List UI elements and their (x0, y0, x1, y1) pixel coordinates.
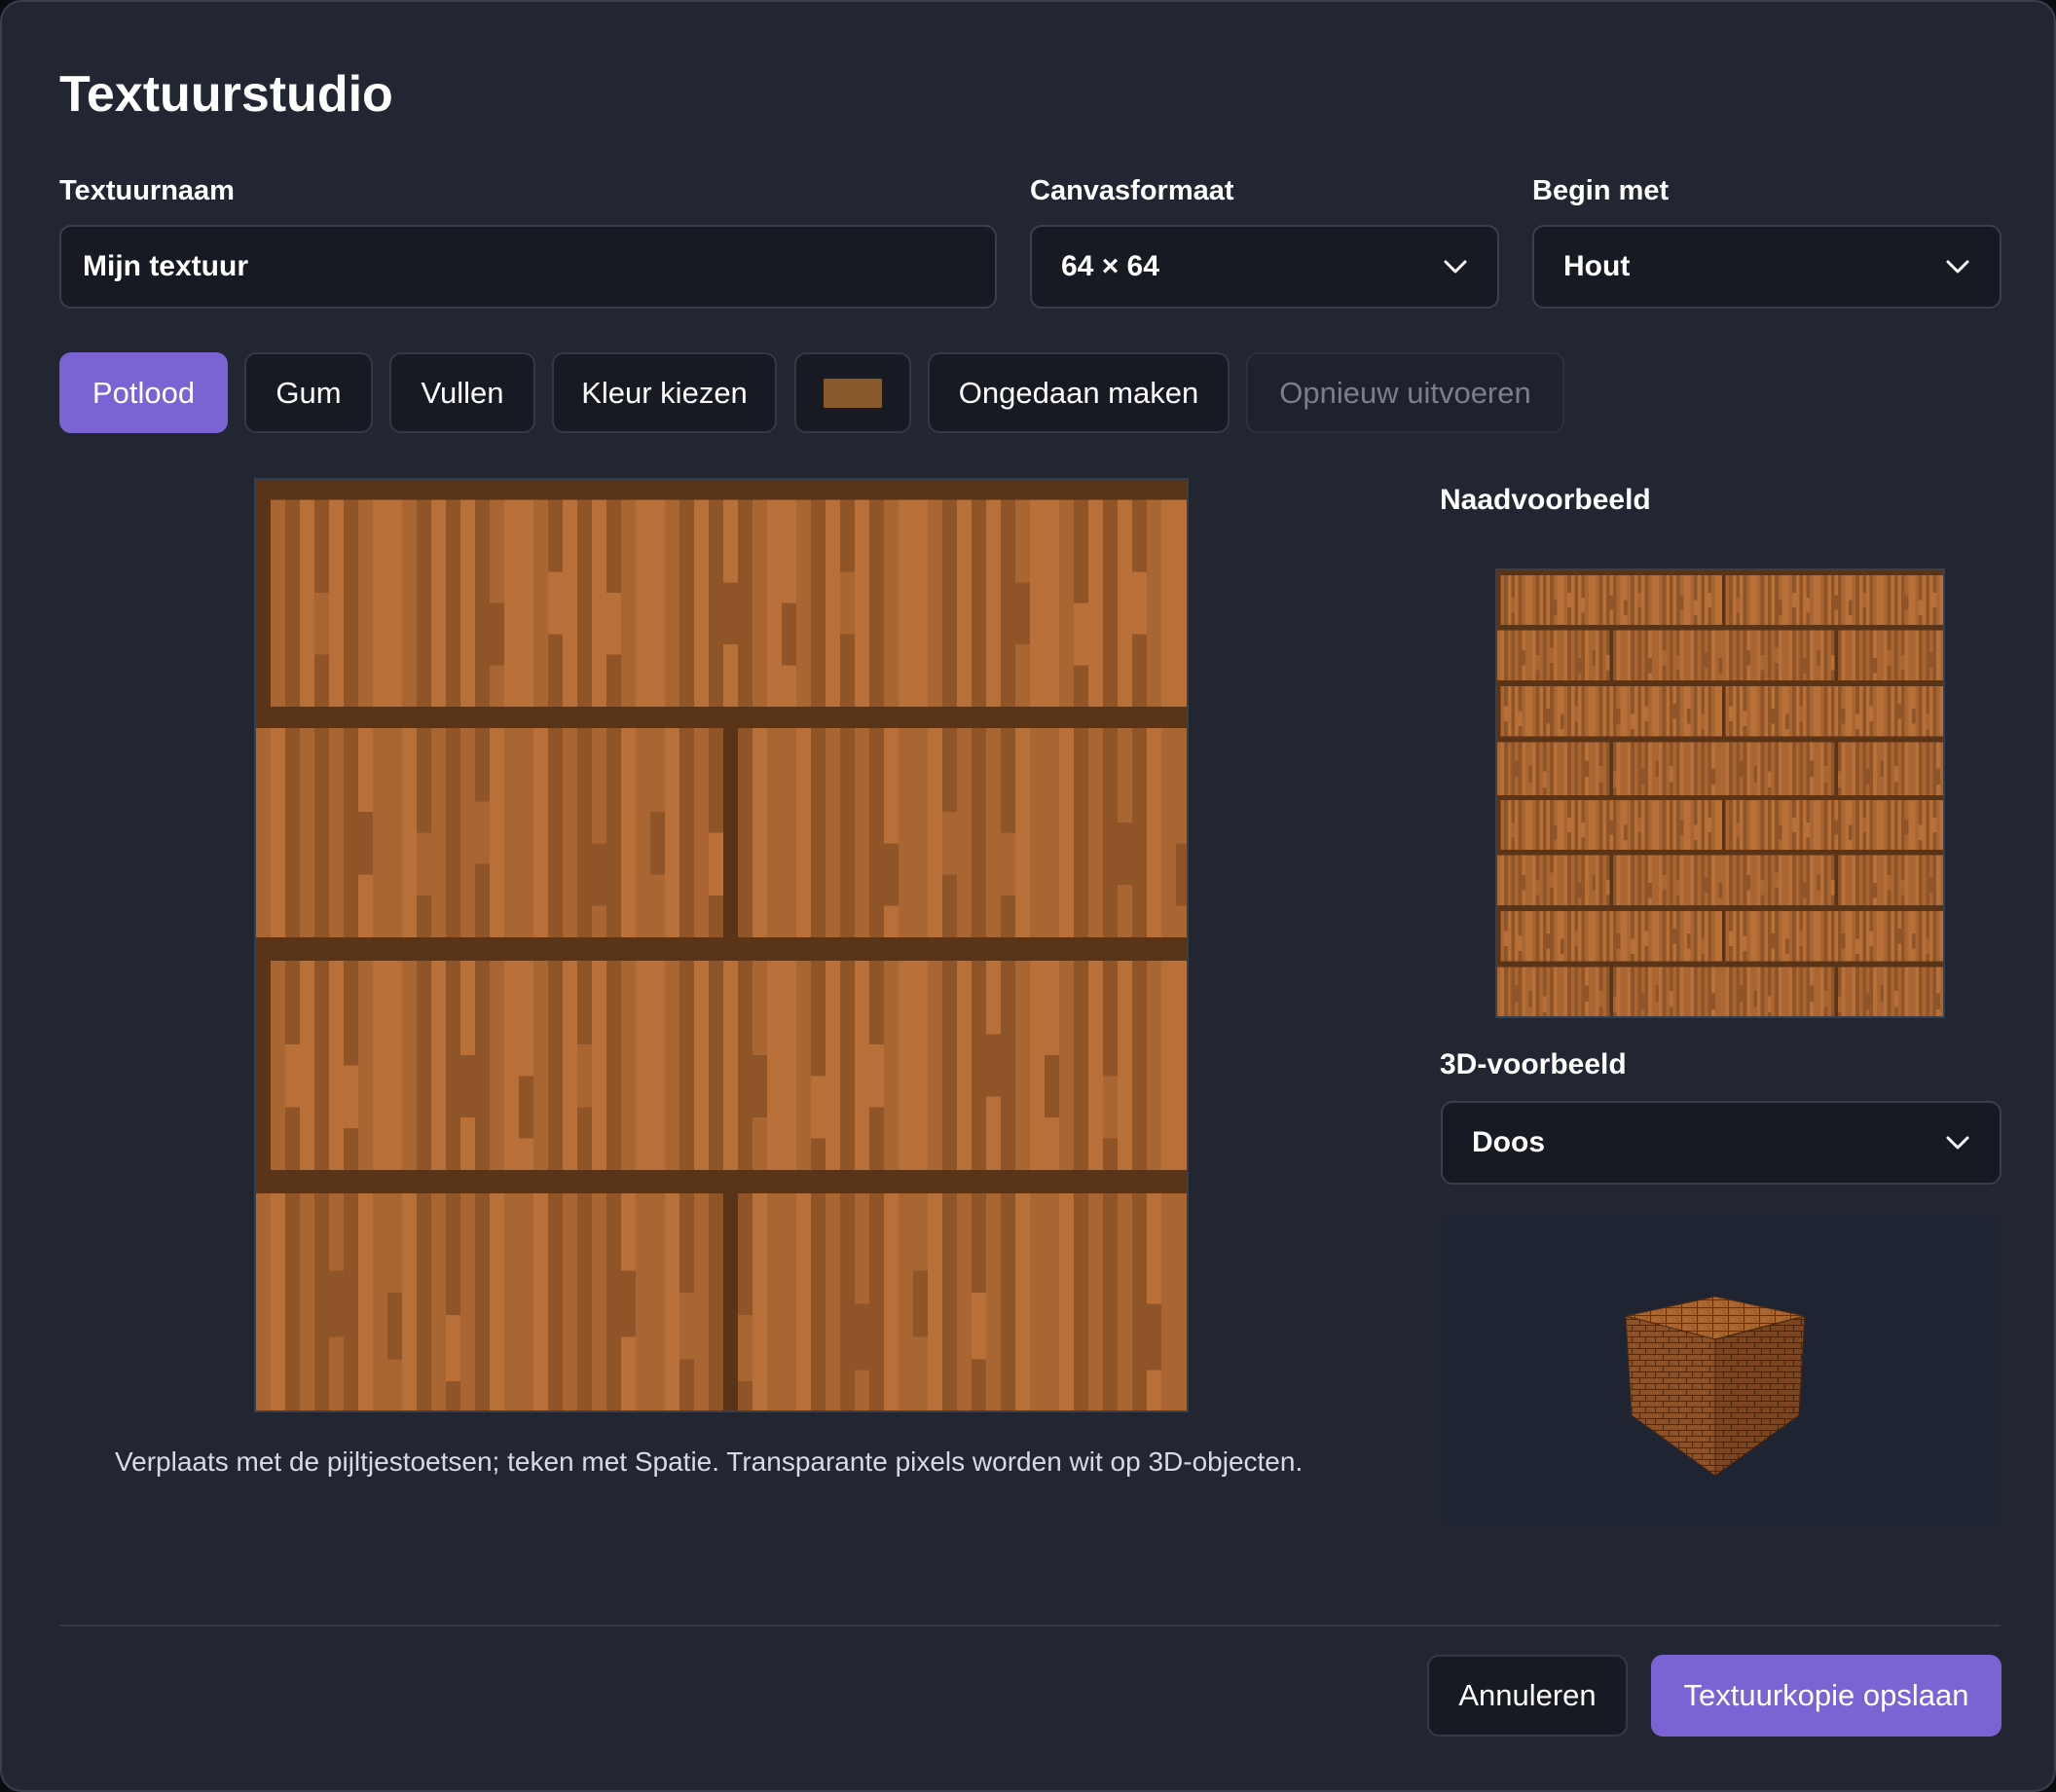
texture-canvas[interactable] (254, 478, 1189, 1412)
canvas-hint: Verplaats met de pijltjestoetsen; teken … (115, 1446, 1303, 1477)
save-texture-copy-button[interactable]: Textuurkopie opslaan (1651, 1655, 2001, 1737)
redo-button: Opnieuw uitvoeren (1246, 352, 1564, 433)
chevron-down-icon (1945, 1130, 1970, 1155)
pick-color-button[interactable]: Kleur kiezen (552, 352, 777, 433)
chevron-down-icon (1443, 254, 1468, 279)
seamless-preview (1495, 568, 1945, 1018)
preview-3d-label: 3D-voorbeeld (1440, 1048, 1627, 1080)
preview-shape-value: Doos (1472, 1126, 1545, 1158)
fill-tool-button[interactable]: Vullen (389, 352, 535, 433)
seamless-preview-pixels (1497, 570, 1943, 1016)
start-with-select[interactable]: Hout (1532, 225, 2001, 309)
texture-name-field[interactable] (59, 225, 997, 309)
color-swatch-button[interactable] (794, 352, 911, 433)
preview-shape-select[interactable]: Doos (1441, 1101, 2001, 1185)
eraser-tool-button[interactable]: Gum (244, 352, 373, 433)
start-with-value: Hout (1563, 250, 1631, 282)
cancel-button[interactable]: Annuleren (1427, 1655, 1628, 1737)
box-3d-preview (1625, 1296, 1806, 1477)
start-with-label: Begin met (1532, 175, 1670, 206)
current-color-swatch (822, 376, 884, 410)
footer-divider (59, 1625, 2001, 1627)
undo-button[interactable]: Ongedaan maken (928, 352, 1230, 433)
canvas-size-value: 64 × 64 (1061, 250, 1159, 282)
texture-name-input[interactable] (83, 250, 973, 283)
texture-name-label: Textuurnaam (59, 175, 235, 206)
chevron-down-icon (1945, 254, 1970, 279)
pencil-tool-button[interactable]: Potlood (59, 352, 228, 433)
texture-studio-dialog: Textuurstudio Textuurnaam Canvasformaat … (0, 0, 2056, 1792)
canvas-size-label: Canvasformaat (1030, 175, 1234, 206)
texture-canvas-pixels[interactable] (256, 480, 1189, 1412)
seamless-preview-label: Naadvoorbeeld (1440, 484, 1651, 516)
dialog-title: Textuurstudio (59, 66, 393, 123)
preview-3d-viewport[interactable] (1441, 1215, 2001, 1526)
canvas-size-select[interactable]: 64 × 64 (1030, 225, 1499, 309)
